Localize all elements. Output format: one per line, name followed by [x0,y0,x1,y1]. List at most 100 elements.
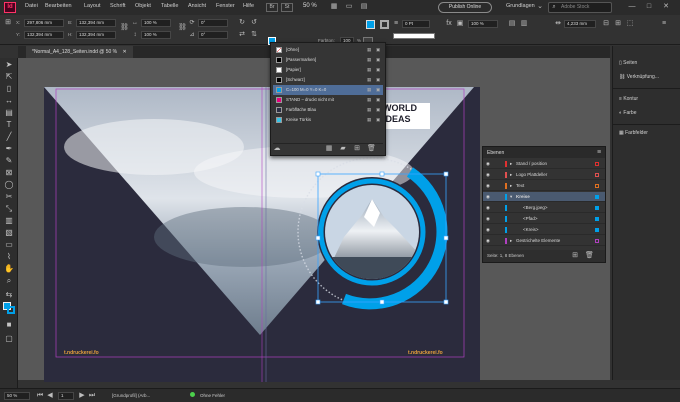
expand-arrow-icon[interactable]: ▾ [510,192,512,202]
visibility-eye-icon[interactable]: ◉ [486,236,490,246]
layer-target-square[interactable] [595,239,599,243]
layer-target-square[interactable] [595,206,599,210]
swatch-row[interactable]: [Schwarz] ▦ ▣ [273,75,383,85]
effects-icon[interactable]: fx [445,20,453,28]
height-field[interactable]: 132,394 mm [76,31,116,39]
delete-swatch-icon[interactable]: 🗑 [367,145,376,153]
swatch-row[interactable]: Kreise Türkis ▦ ▣ [273,115,383,125]
scale-x-field[interactable]: 100 % [141,19,171,27]
rectangle-frame-tool-icon[interactable]: ⊠ [4,168,14,178]
gradient-tool-icon[interactable]: ▥ [4,216,14,226]
rotate-ccw-icon[interactable]: ↺ [250,19,258,27]
layer-row[interactable]: ◉ <Berg.jpeg> [483,203,605,213]
expand-arrow-icon[interactable]: ▸ [510,181,512,191]
menu-datei[interactable]: Datei [25,3,38,9]
menu-fenster[interactable]: Fenster [216,3,235,9]
width-field[interactable]: 132,394 mm [76,19,116,27]
delete-layer-icon[interactable]: 🗑 [585,252,594,260]
flip-horizontal-icon[interactable]: ⇄ [238,31,246,39]
close-tab-icon[interactable]: ✕ [123,49,127,55]
first-page-icon[interactable]: ⏮ [36,392,44,400]
panel-menu-icon[interactable]: ≡ [595,149,603,157]
pencil-tool-icon[interactable]: ✎ [4,156,14,166]
close-icon[interactable]: ✕ [662,3,670,11]
visibility-eye-icon[interactable]: ◉ [486,159,490,169]
swatch-row[interactable]: [Ohne] ▦ ▣ [273,45,383,55]
view-options-icon[interactable]: ▦ [330,3,338,11]
minimize-icon[interactable]: — [628,3,636,11]
page-tool-icon[interactable]: ▯ [4,84,14,94]
selection-tool-icon[interactable]: ➤ [4,60,14,70]
shear-field[interactable]: 0° [198,31,228,39]
menu-hilfe[interactable]: Hilfe [243,3,254,9]
layer-row[interactable]: ◉ ▸ Text [483,181,605,191]
opacity-field[interactable]: 100 % [468,20,498,28]
zoom-tool-icon[interactable]: ⌕ [4,276,14,286]
constrain-scale-icon[interactable]: ⛓ [178,24,187,32]
publish-online-button[interactable]: Publish Online [438,2,492,13]
line-tool-icon[interactable]: ╱ [4,132,14,142]
ellipse-tool-icon[interactable]: ◯ [4,180,14,190]
bridge-icon[interactable]: Br [266,3,278,12]
expand-arrow-icon[interactable]: ▸ [510,159,512,169]
layer-target-square[interactable] [595,162,599,166]
scissors-tool-icon[interactable]: ✂ [4,192,14,202]
arrange-icon[interactable]: ▤ [360,3,368,11]
fill-color-chip[interactable] [366,20,375,29]
layer-row[interactable]: ◉ ▸ Stand / position [483,159,605,169]
menu-bearbeiten[interactable]: Bearbeiten [45,3,72,9]
zoom-level[interactable]: 50 % [303,3,317,9]
scale-y-field[interactable]: 100 % [141,31,171,39]
menu-objekt[interactable]: Objekt [135,3,151,9]
distribute-icon[interactable]: ⊞ [614,20,622,28]
maximize-icon[interactable]: □ [645,3,653,11]
layer-row[interactable]: ◉ ▾ Kreise [483,192,605,202]
panel-farbfelder[interactable]: ▦ Farbfelder [619,130,648,136]
content-collector-icon[interactable]: ▤ [4,108,14,118]
expand-arrow-icon[interactable]: ▸ [510,236,512,246]
rotation-field[interactable]: 0° [198,19,228,27]
new-color-group-icon[interactable]: ▰ [339,145,347,153]
visibility-eye-icon[interactable]: ◉ [486,203,490,213]
stroke-color-tool[interactable] [7,306,15,314]
visibility-eye-icon[interactable]: ◉ [486,225,490,235]
swatch-row[interactable]: Farbfläche Blau ▦ ▣ [273,105,383,115]
menu-ansicht[interactable]: Ansicht [188,3,206,9]
profile-label[interactable]: [Grundprofil] (Arb... [112,393,150,398]
layer-target-square[interactable] [595,228,599,232]
next-page-icon[interactable]: ▶ [78,392,86,400]
gap-field[interactable]: 4,233 mm [564,20,596,28]
visibility-eye-icon[interactable]: ◉ [486,170,490,180]
new-layer-icon[interactable]: ⊞ [571,252,579,260]
layers-panel-title[interactable]: Ebenen [487,150,504,156]
layer-row[interactable]: ◉ ▸ Gestrichelte Elemente [483,236,605,246]
stock-icon[interactable]: St [281,3,293,12]
swatch-row[interactable]: [Passermarken] ▦ ▣ [273,55,383,65]
visibility-eye-icon[interactable]: ◉ [486,214,490,224]
type-tool-icon[interactable]: T [4,120,14,130]
wrap-around-icon[interactable]: ▥ [520,20,528,28]
prev-page-icon[interactable]: ◀ [46,392,54,400]
chevron-down-icon[interactable]: ⌄ [536,3,544,11]
expand-arrow-icon[interactable]: ▸ [510,170,512,180]
menu-tabelle[interactable]: Tabelle [161,3,178,9]
stroke-type-selector[interactable] [393,33,435,39]
frame-fit-icon[interactable]: ⬚ [626,20,634,28]
layer-target-square[interactable] [595,217,599,221]
page-number-field[interactable]: 1 [58,392,74,400]
screen-mode-tool-icon[interactable]: ▢ [4,334,14,344]
layer-row[interactable]: ◉ ▸ Logo Plattdeller [483,170,605,180]
swatch-row[interactable]: STAND – druckt nicht mit ▦ ▣ [273,95,383,105]
layer-row[interactable]: ◉ <Pfad> [483,214,605,224]
menu-schrift[interactable]: Schrift [110,3,126,9]
y-field[interactable]: 132,394 mm [24,31,64,39]
status-zoom-field[interactable]: 50 % [4,392,30,400]
workspace-switcher[interactable]: Grundlagen [506,3,535,9]
panel-verknuepfungen[interactable]: ⛓ Verknüpfung... [619,74,659,80]
cloud-library-icon[interactable]: ☁ [273,145,281,153]
reference-point-icon[interactable]: ⊞ [4,19,12,27]
screen-mode-icon[interactable]: ▭ [345,3,353,11]
stroke-color-chip[interactable] [380,20,389,29]
panel-kontur[interactable]: ≡ Kontur [619,96,638,102]
layer-target-square[interactable] [595,184,599,188]
